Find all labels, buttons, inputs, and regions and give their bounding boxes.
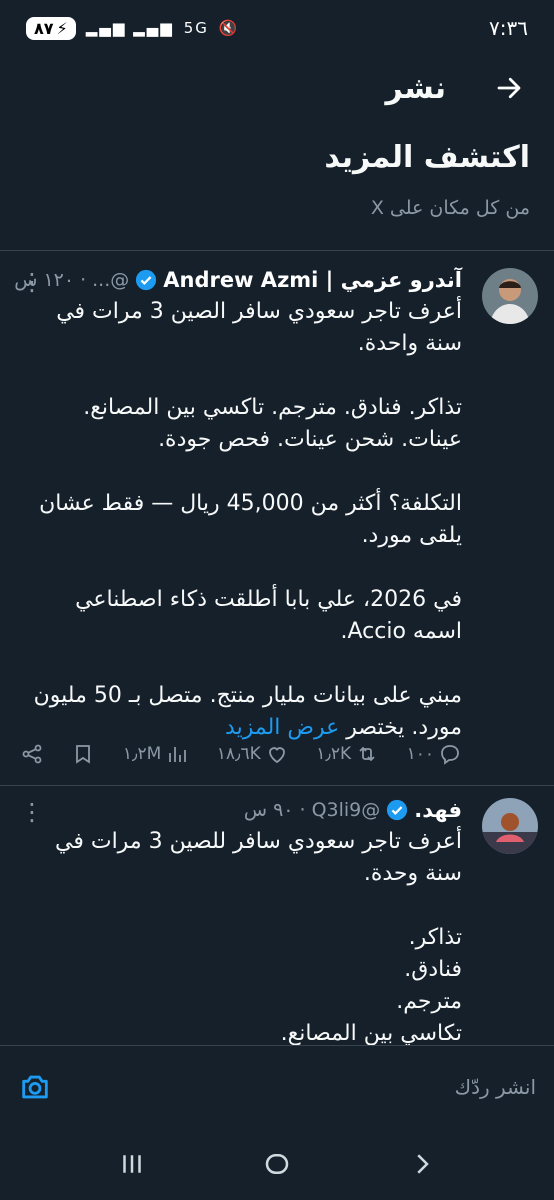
status-left: ٨٧ ⚡ ▂▄▆ ▂▄▆ 5G 🔇 [26,16,240,40]
views-button[interactable]: ١٫٢M [123,742,189,766]
tweet-header: آندرو عزمي | Andrew Azmi @... · ١٢٠ س [14,268,462,292]
charging-icon: ⚡ [56,18,68,38]
like-button[interactable]: ١٨٫٦K [217,742,289,766]
back-chevron-icon[interactable] [407,1149,437,1179]
section-subtitle: من كل مكان على X [370,197,530,219]
verified-badge-icon [387,799,408,821]
divider [0,250,554,251]
tweet-card[interactable]: آندرو عزمي | Andrew Azmi @... · ١٢٠ س ⋮ … [0,268,554,778]
share-button[interactable] [20,742,44,766]
clock: ٧:٣٦ [489,16,528,40]
reply-button[interactable]: ١٠٠ [407,742,462,766]
separator-dot: · [299,799,306,821]
bookmark-icon [76,745,91,764]
page-title: نشر [385,70,446,106]
repost-icon [359,746,375,762]
status-bar: ٨٧ ⚡ ▂▄▆ ▂▄▆ 5G 🔇 ٧:٣٦ [0,0,554,56]
signal-icon: ▂▄▆ ▂▄▆ [85,19,174,37]
show-more-link[interactable]: عرض المزيد [225,715,339,740]
author-handle: @Q3li9 [311,799,381,821]
tweet-content: فهد. @Q3li9 · ٩٠ س ⋮ أعرف تاجر سعودي ساف… [20,798,462,1050]
system-nav-bar [0,1127,554,1200]
divider [0,785,554,786]
camera-icon[interactable] [18,1070,52,1104]
battery-indicator: ٨٧ ⚡ [26,16,76,40]
tweet-text: أعرف تاجر سعودي سافر للصين 3 مرات في سنة… [55,829,462,1046]
separator-dot: · [80,269,87,291]
author-name[interactable]: فهد. [414,798,462,822]
reply-count: ١٠٠ [406,744,434,764]
more-options-icon[interactable]: ⋮ [20,268,44,296]
tweet-card[interactable]: فهد. @Q3li9 · ٩٠ س ⋮ أعرف تاجر سعودي ساف… [0,798,554,1048]
more-options-icon[interactable]: ⋮ [20,798,44,826]
tweet-time: ٩٠ س [243,799,294,821]
author-name[interactable]: آندرو عزمي | Andrew Azmi [163,268,462,292]
tweet-text-body: أعرف تاجر سعودي سافر الصين 3 مرات في سنة… [33,299,462,740]
tweet-text: أعرف تاجر سعودي سافر الصين 3 مرات في سنة… [20,296,462,744]
tweet-content: آندرو عزمي | Andrew Azmi @... · ١٢٠ س ⋮ … [14,268,462,744]
discover-section: اكتشف المزيد من كل مكان على X [24,140,530,219]
bookmark-button[interactable] [71,742,95,766]
repost-button[interactable]: ١٫٢K [316,742,379,766]
recent-apps-icon[interactable] [117,1149,147,1179]
arrow-right-icon[interactable] [494,73,524,103]
tweet-actions: ١٠٠ ١٫٢K ١٨٫٦K ١٫٢M [20,742,462,766]
like-count: ١٨٫٦K [216,744,261,764]
battery-level: ٨٧ [34,18,54,38]
avatar[interactable] [482,268,538,324]
views-count: ١٫٢M [122,744,162,764]
reply-icon [441,745,459,765]
reply-bar: انشر ردّك [0,1045,554,1127]
top-app-bar: نشر [0,56,554,120]
heart-icon [268,747,285,764]
section-title: اكتشف المزيد [324,140,530,175]
reply-input[interactable]: انشر ردّك [455,1075,536,1099]
avatar[interactable] [482,798,538,854]
home-icon[interactable] [262,1149,292,1179]
repost-count: ١٫٢K [316,744,352,764]
views-icon [169,747,187,762]
author-handle: @... [92,269,130,291]
mute-icon: 🔇 [218,19,240,37]
5g-icon: 5G [183,19,209,37]
tweet-header: فهد. @Q3li9 · ٩٠ س [20,798,462,822]
share-icon [22,744,42,764]
verified-badge-icon [136,269,157,291]
